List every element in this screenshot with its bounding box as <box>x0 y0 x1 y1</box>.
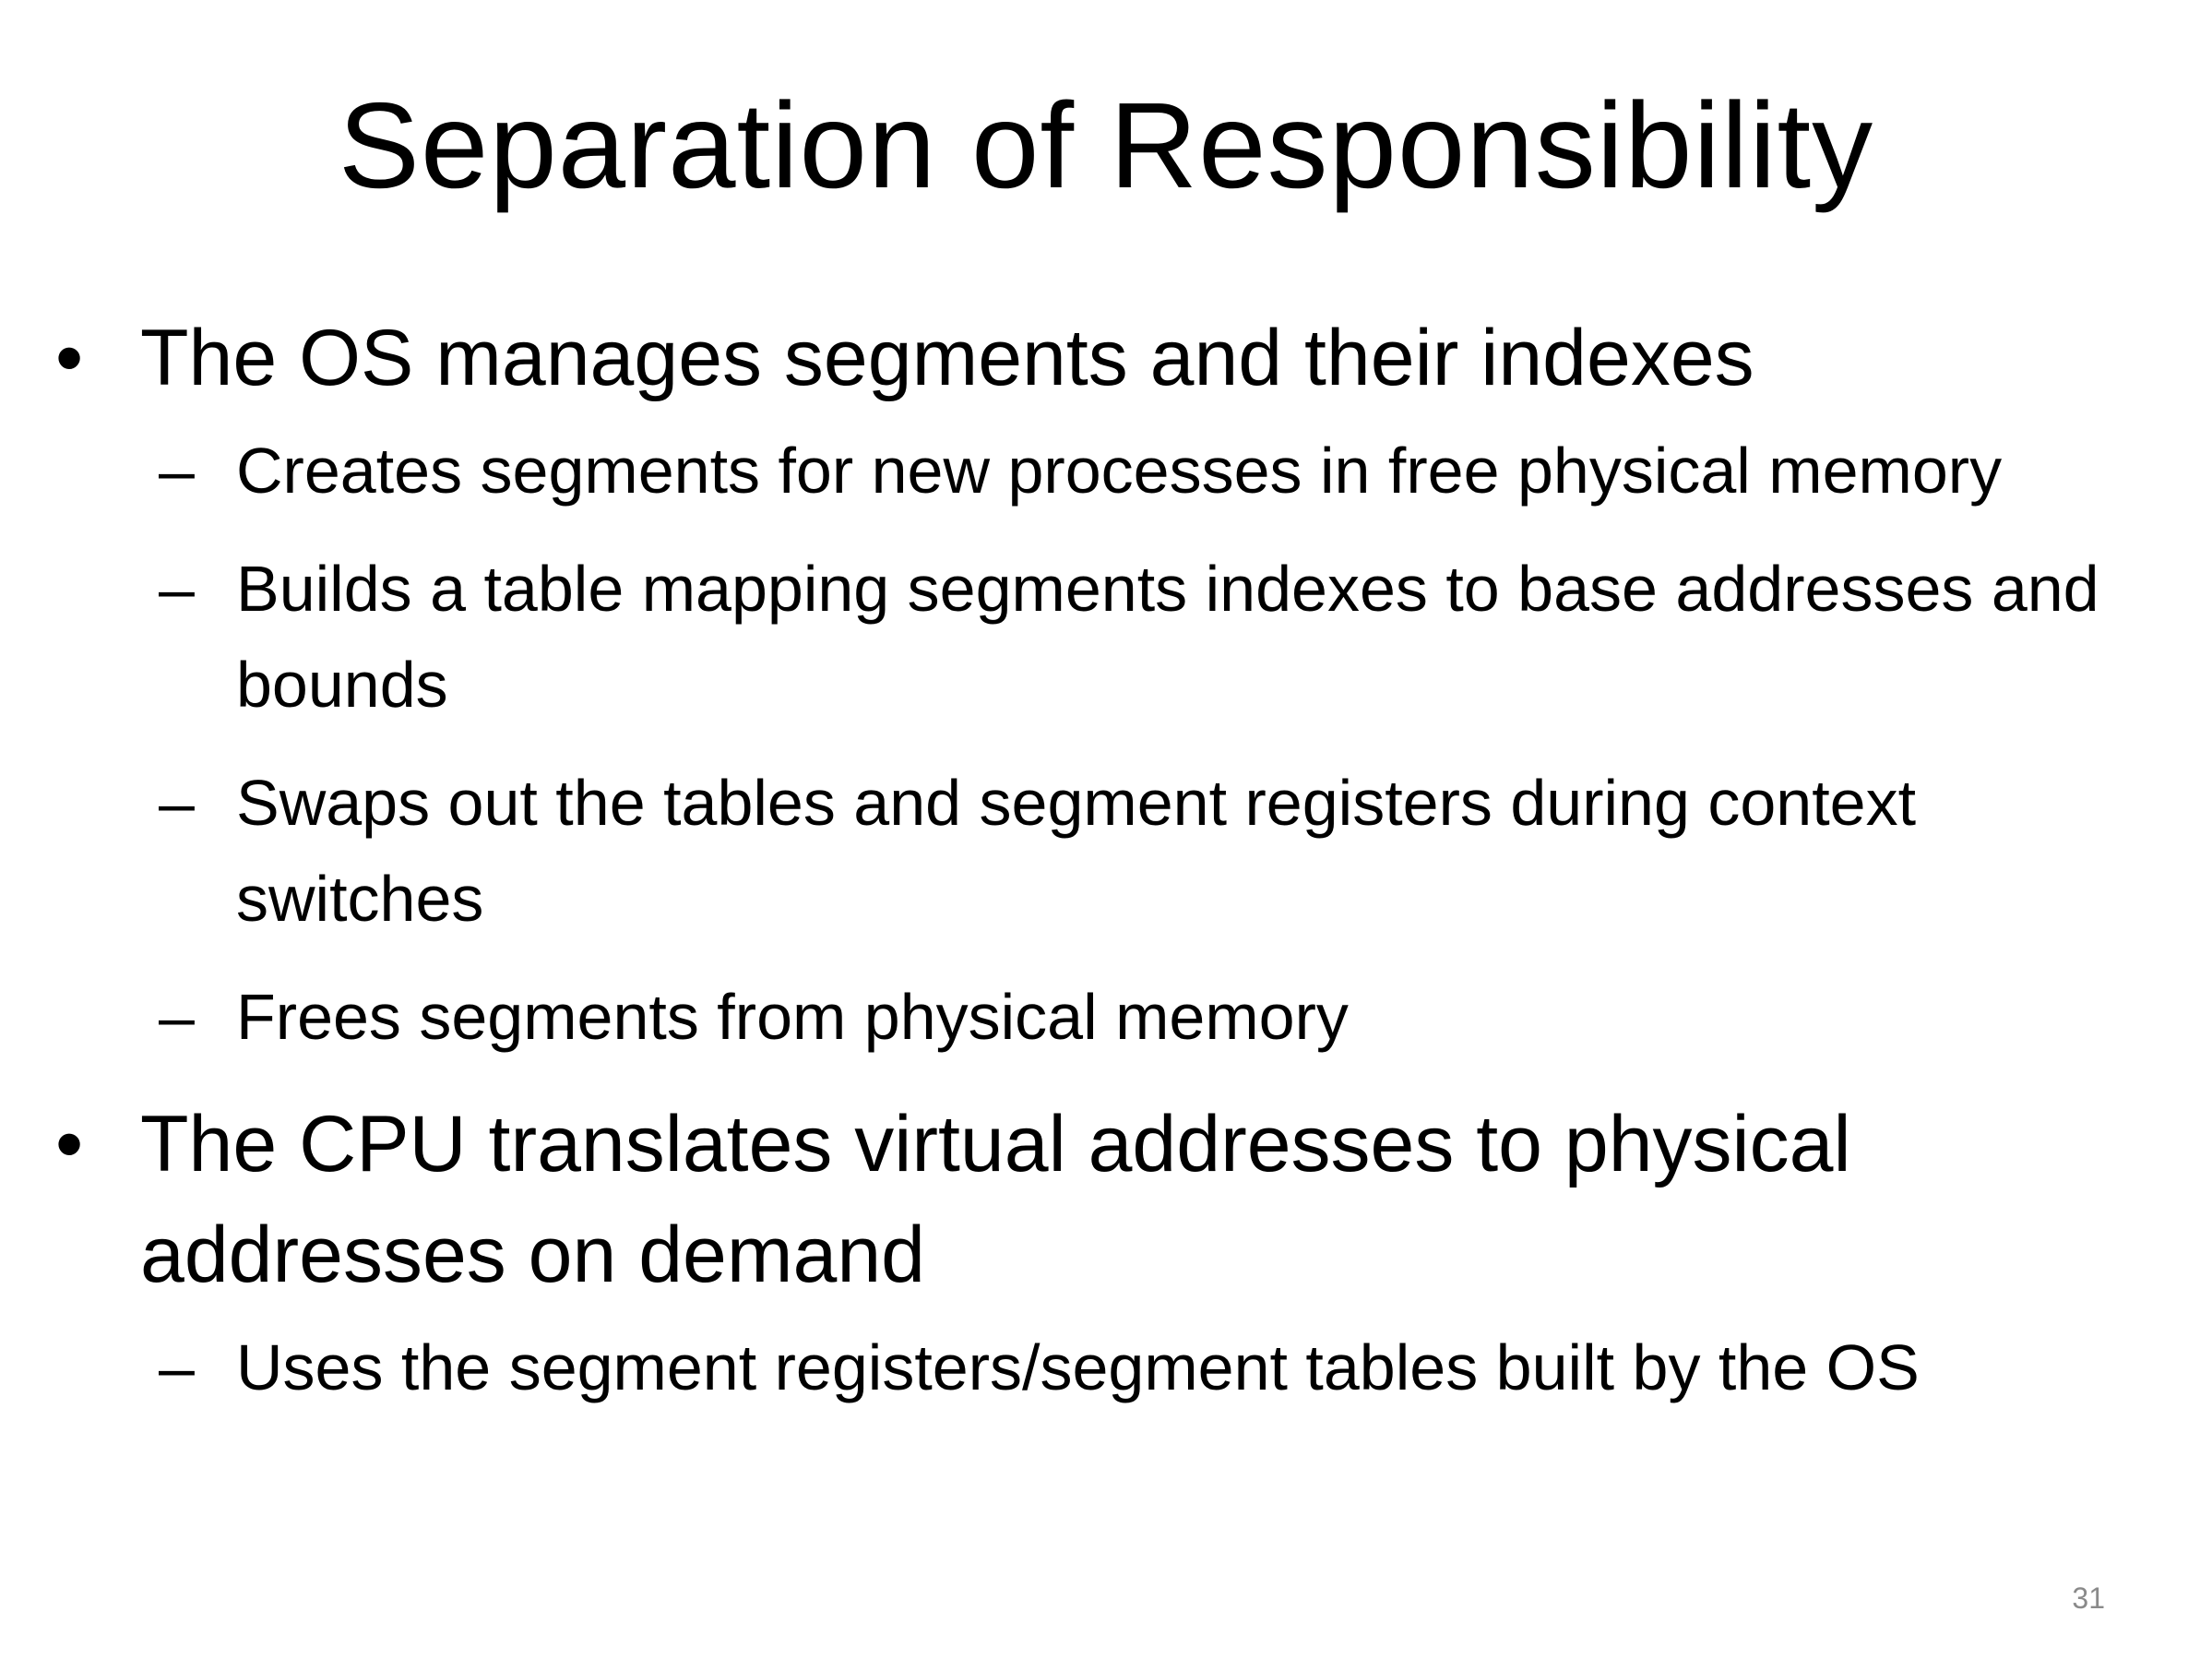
sub-bullet-frees-segments: – Frees segments from physical memory <box>55 969 2168 1065</box>
sub-bullet-uses-registers: – Uses the segment registers/segment tab… <box>55 1319 2168 1415</box>
sub-bullet-swaps-tables: – Swaps out the tables and segment regis… <box>55 755 2168 947</box>
sub-bullet-text: Creates segments for new processes in fr… <box>236 435 2003 507</box>
sub-bullet-glyph: – <box>159 767 195 839</box>
bullet-cpu-translates: • The CPU translates virtual addresses t… <box>55 1089 2168 1310</box>
page-number: 31 <box>2072 1581 2105 1615</box>
slide-title: Separation of Responsibility <box>338 78 1874 213</box>
sub-bullet-glyph: – <box>159 981 195 1053</box>
sub-bullet-glyph: – <box>159 1331 195 1403</box>
sub-bullet-glyph: – <box>159 435 195 507</box>
sub-bullet-text: Swaps out the tables and segment registe… <box>236 767 1917 935</box>
slide: Separation of Responsibility • The OS ma… <box>0 0 2212 1659</box>
bullet-text: The CPU translates virtual addresses to … <box>140 1100 1851 1299</box>
bullet-glyph: • <box>55 314 84 402</box>
sub-bullet-text: Builds a table mapping segments indexes … <box>236 553 2099 721</box>
sub-bullet-glyph: – <box>159 553 195 625</box>
bullet-text: The OS manages segments and their indexe… <box>140 314 1754 402</box>
sub-bullet-text: Frees segments from physical memory <box>236 981 1349 1053</box>
sub-bullet-creates-segments: – Creates segments for new processes in … <box>55 423 2168 519</box>
sub-list-cpu: – Uses the segment registers/segment tab… <box>55 1319 2168 1415</box>
bullet-os-manages: • The OS manages segments and their inde… <box>55 303 2168 413</box>
slide-body: • The OS manages segments and their inde… <box>55 303 2168 1439</box>
sub-bullet-text: Uses the segment registers/segment table… <box>236 1331 1920 1403</box>
bullet-glyph: • <box>55 1100 84 1188</box>
sub-bullet-builds-table: – Builds a table mapping segments indexe… <box>55 541 2168 733</box>
sub-list-os: – Creates segments for new processes in … <box>55 423 2168 1065</box>
